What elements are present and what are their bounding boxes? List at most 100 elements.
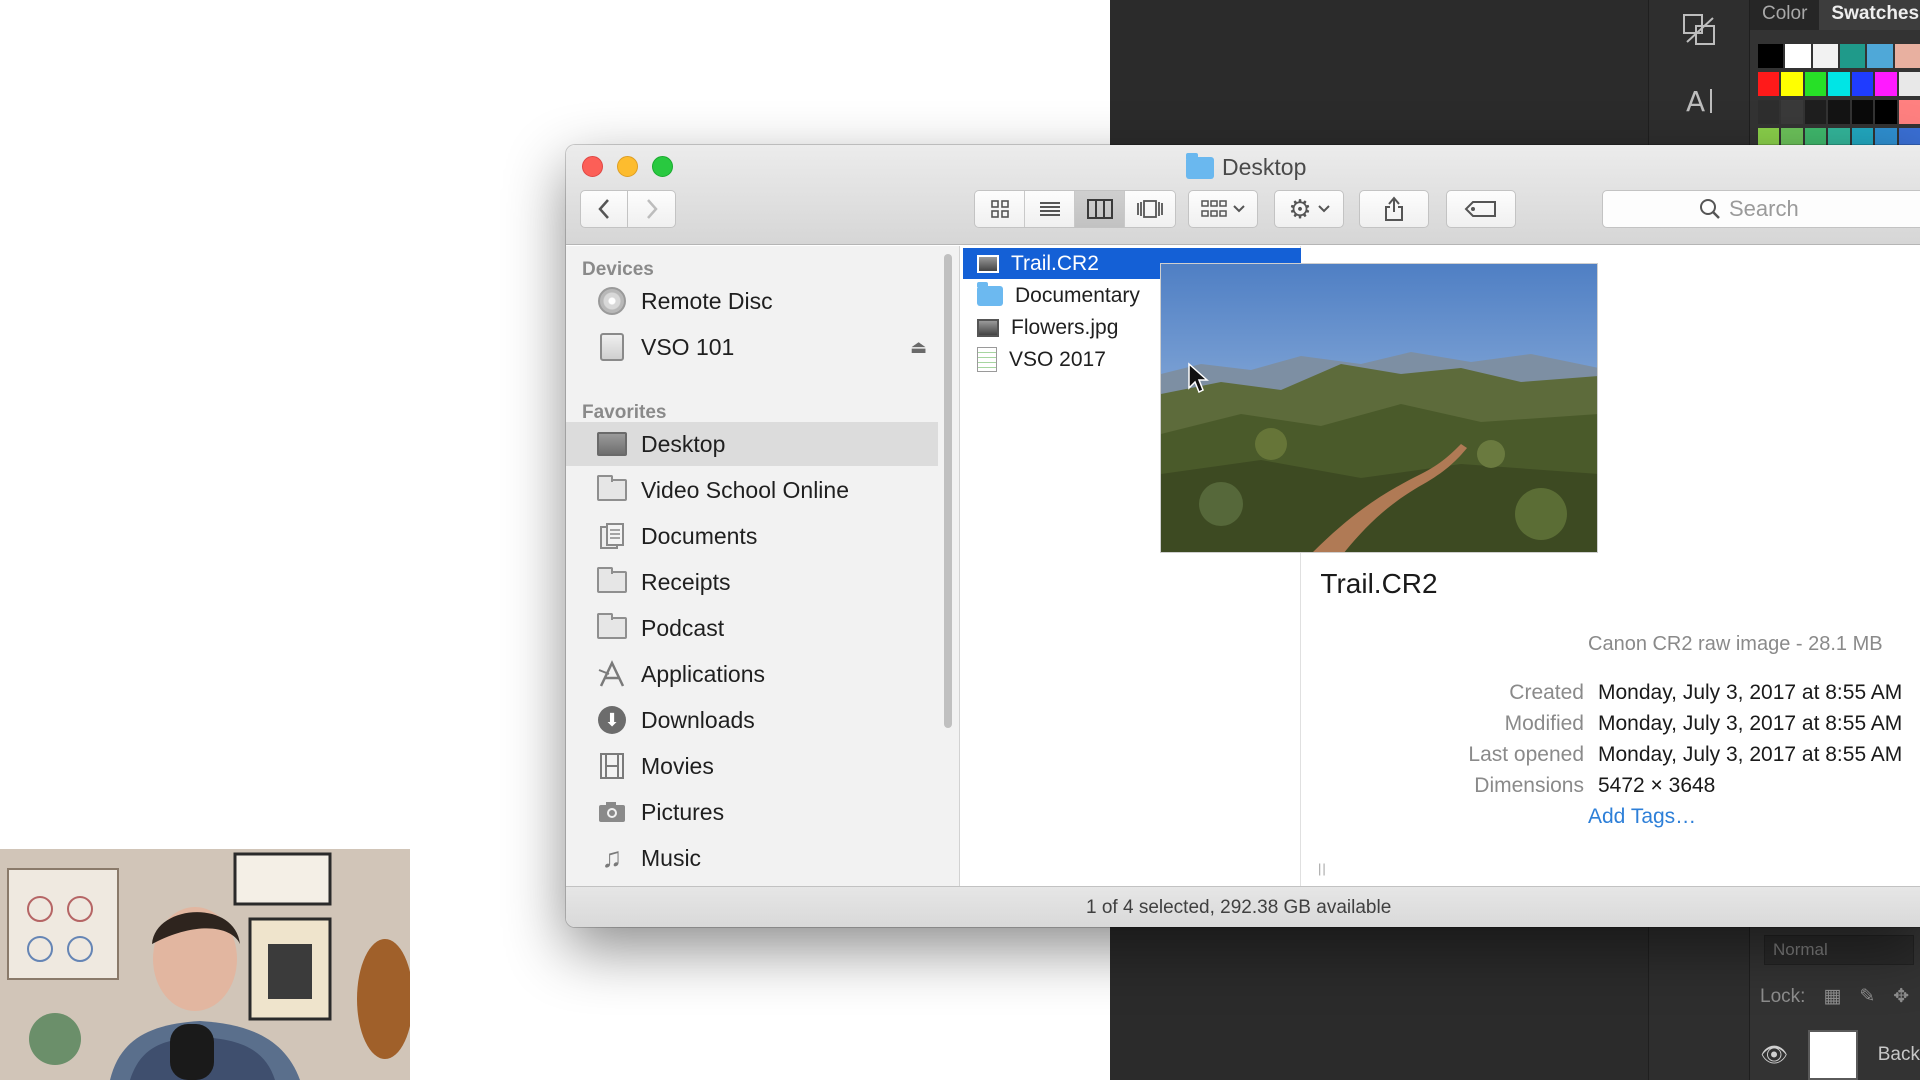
color-swatch[interactable] — [1804, 100, 1827, 124]
folder-icon — [597, 613, 627, 642]
cover-flow-icon — [1137, 200, 1163, 218]
zoom-button[interactable] — [652, 156, 673, 177]
sidebar: Devices Remote Disc VSO 101 ⏏ Favorites … — [566, 246, 960, 886]
disc-icon — [597, 287, 627, 315]
sidebar-item-label: Applications — [641, 660, 766, 687]
meta-value: Monday, July 3, 2017 at 8:55 AM — [1598, 743, 1903, 766]
color-swatch[interactable] — [1898, 100, 1920, 124]
column-view-button[interactable] — [1075, 191, 1125, 227]
sidebar-item-remote-disc[interactable]: Remote Disc — [566, 279, 938, 323]
sidebar-item-podcast[interactable]: Podcast — [566, 606, 938, 650]
action-button[interactable]: ⚙ — [1274, 190, 1344, 228]
meta-value: Monday, July 3, 2017 at 8:55 AM — [1598, 712, 1903, 735]
spreadsheet-file-icon — [977, 347, 997, 372]
preview-file-kind: Canon CR2 raw image - 28.1 MB — [1588, 633, 1883, 655]
sidebar-item-downloads[interactable]: ⬇ Downloads — [566, 698, 938, 742]
meta-label: Dimensions — [1474, 774, 1584, 797]
sidebar-item-label: Receipts — [641, 568, 731, 595]
movies-icon — [597, 752, 627, 780]
color-swatch[interactable] — [1894, 44, 1920, 68]
color-swatch[interactable] — [1839, 44, 1866, 68]
chevron-down-icon — [1317, 205, 1330, 213]
icon-view-button[interactable] — [975, 191, 1025, 227]
meta-label: Created — [1509, 681, 1584, 704]
transform-icon[interactable] — [1649, 2, 1751, 58]
search-field[interactable]: Search — [1602, 190, 1920, 228]
webcam-video-overlay — [0, 849, 410, 1080]
file-item-label: Documentary — [1015, 283, 1140, 307]
layer-row[interactable]: 👁 Back — [1760, 1030, 1920, 1080]
cover-flow-view-button[interactable] — [1125, 191, 1175, 227]
sidebar-item-movies[interactable]: Movies — [566, 744, 938, 788]
close-button[interactable] — [582, 156, 603, 177]
color-swatch[interactable] — [1785, 44, 1811, 68]
sidebar-item-desktop[interactable]: Desktop — [566, 422, 938, 466]
file-item-label: VSO 2017 — [1009, 347, 1106, 371]
color-swatch[interactable] — [1867, 44, 1893, 68]
finder-window: Desktop ⚙ Search Devices Remote Disc VSO… — [566, 145, 1920, 927]
sidebar-item-video-school-online[interactable]: Video School Online — [566, 468, 938, 512]
file-item-label: Flowers.jpg — [1011, 315, 1119, 339]
color-swatch[interactable] — [1781, 72, 1803, 96]
color-swatch[interactable] — [1875, 72, 1897, 96]
eject-icon[interactable]: ⏏ — [910, 337, 927, 358]
gear-icon: ⚙ — [1288, 193, 1312, 224]
share-button[interactable] — [1359, 190, 1429, 228]
minimize-button[interactable] — [617, 156, 638, 177]
mouse-cursor-icon — [1187, 362, 1209, 399]
arrange-grid-icon — [1201, 200, 1227, 217]
window-title-text: Desktop — [1222, 154, 1307, 180]
forward-button[interactable] — [628, 190, 676, 228]
color-swatch[interactable] — [1875, 100, 1897, 124]
title-bar: Desktop ⚙ Search — [566, 145, 1920, 245]
color-swatch[interactable] — [1812, 44, 1838, 68]
color-swatch[interactable] — [1851, 72, 1874, 96]
list-view-icon — [1039, 202, 1060, 216]
column-resize-handle[interactable]: || — [1318, 861, 1327, 876]
lock-position-icon[interactable]: ✥ — [1893, 985, 1909, 1008]
sidebar-item-pictures[interactable]: Pictures — [566, 790, 938, 834]
edit-tags-button[interactable] — [1446, 190, 1516, 228]
lock-label: Lock: — [1760, 985, 1806, 1007]
swatch-grid — [1758, 44, 1920, 156]
color-swatch[interactable] — [1758, 72, 1780, 96]
tab-color[interactable]: Color — [1750, 0, 1819, 30]
color-swatch[interactable] — [1851, 100, 1874, 124]
sidebar-item-receipts[interactable]: Receipts — [566, 560, 938, 604]
status-bar: 1 of 4 selected, 292.38 GB available — [566, 886, 1920, 927]
color-swatch[interactable] — [1781, 100, 1803, 124]
color-swatch[interactable] — [1828, 100, 1850, 124]
blend-mode-select[interactable]: Normal — [1764, 935, 1914, 965]
sidebar-item-vso-101[interactable]: VSO 101 ⏏ — [566, 325, 938, 369]
color-swatch[interactable] — [1758, 44, 1784, 68]
icon-view-icon — [990, 200, 1009, 218]
folder-icon — [597, 567, 627, 596]
sidebar-item-music[interactable]: ♫ Music — [566, 836, 938, 880]
add-tags-link[interactable]: Add Tags… — [1588, 805, 1696, 829]
character-icon[interactable]: A — [1649, 72, 1751, 128]
lock-pixels-icon[interactable]: ✎ — [1859, 985, 1875, 1008]
sidebar-item-label: Documents — [641, 522, 758, 549]
color-swatch[interactable] — [1828, 72, 1850, 96]
sidebar-scrollbar[interactable] — [944, 254, 952, 728]
downloads-icon: ⬇ — [597, 706, 627, 734]
color-swatch[interactable] — [1804, 72, 1827, 96]
sidebar-item-label: VSO 101 — [641, 333, 735, 360]
sidebar-item-label: Movies — [641, 752, 714, 779]
sidebar-item-documents[interactable]: Documents — [566, 514, 938, 558]
sidebar-item-applications[interactable]: Applications — [566, 652, 938, 696]
arrange-button[interactable] — [1188, 190, 1258, 228]
list-view-button[interactable] — [1025, 191, 1075, 227]
tab-swatches[interactable]: Swatches — [1819, 0, 1920, 30]
status-text: 1 of 4 selected, 292.38 GB available — [1086, 897, 1392, 918]
visibility-eye-icon[interactable]: 👁 — [1760, 1042, 1788, 1068]
color-swatch[interactable] — [1758, 100, 1780, 124]
sidebar-item-label: Desktop — [641, 430, 726, 457]
sidebar-item-label: Remote Disc — [641, 287, 773, 314]
back-button[interactable] — [580, 190, 628, 228]
swatch-row — [1758, 100, 1920, 124]
lock-transparency-icon[interactable]: ▦ — [1823, 985, 1841, 1008]
color-swatch[interactable] — [1898, 72, 1920, 96]
music-icon: ♫ — [601, 842, 623, 873]
documents-icon — [597, 522, 627, 550]
